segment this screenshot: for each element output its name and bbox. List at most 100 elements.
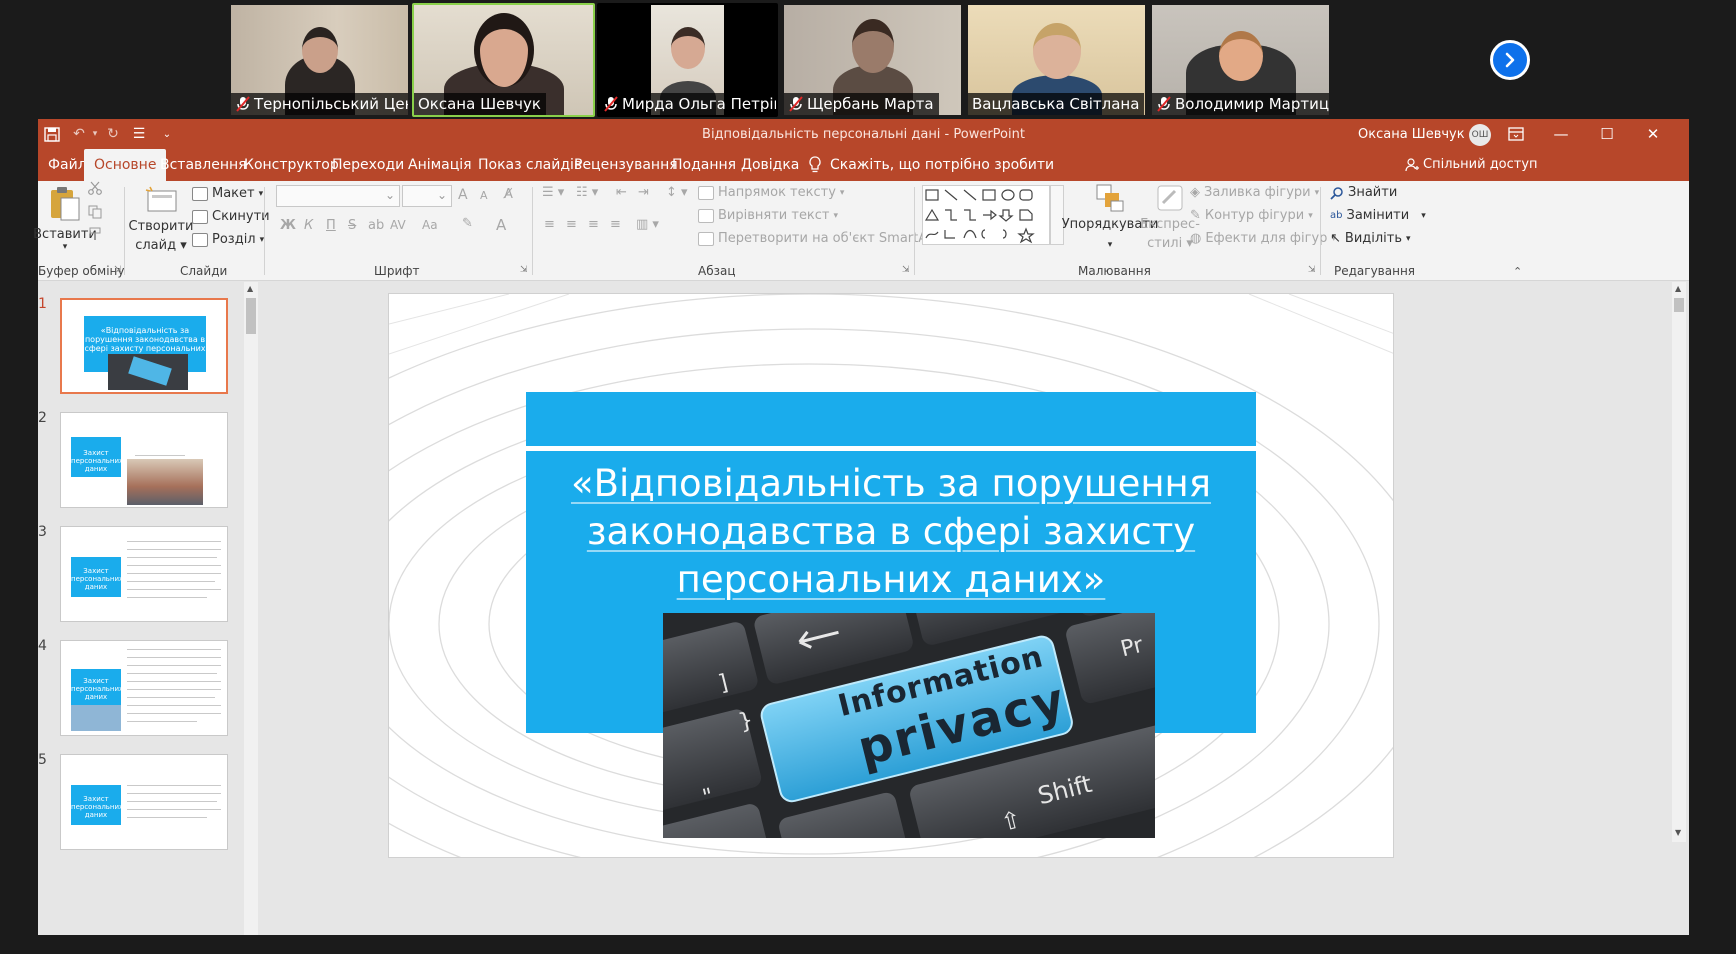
align-text-button[interactable]: Вирівняти текст ▾ xyxy=(698,208,838,223)
thumbnail-number: 3 xyxy=(38,524,47,540)
replace-button[interactable]: ab Замінити ▾ xyxy=(1330,208,1426,223)
mic-muted-icon xyxy=(1157,96,1171,112)
line-spacing-icon[interactable]: ↕ ▾ xyxy=(666,185,688,200)
participant-tile[interactable]: Тернопільський Цент... xyxy=(229,3,410,117)
align-center-icon[interactable]: ≡ xyxy=(566,217,577,232)
participant-tile[interactable]: Щербань Марта xyxy=(782,3,963,117)
slide-thumbnail-5[interactable]: Захист персональних даних xyxy=(60,754,228,850)
participant-tile[interactable]: Мирда Ольга Петрівна xyxy=(597,3,778,117)
search-icon xyxy=(1330,186,1343,200)
paste-button[interactable]: Вставити ▾ xyxy=(33,185,97,252)
strikethrough-button[interactable]: S xyxy=(348,218,356,233)
increase-font-button[interactable]: A xyxy=(458,187,468,203)
thumbnail-text-line xyxy=(127,549,221,550)
scrollbar-thumb[interactable] xyxy=(246,298,256,334)
italic-button[interactable]: К xyxy=(304,218,313,233)
highlight-color-icon[interactable]: ✎ xyxy=(462,216,473,231)
reset-button[interactable]: Скинути xyxy=(192,209,270,224)
section-button[interactable]: Розділ ▾ xyxy=(192,232,264,247)
dialog-launcher-icon[interactable]: ⇲ xyxy=(114,265,122,275)
shape-fill-button[interactable]: ◈ Заливка фігури ▾ xyxy=(1190,185,1319,200)
text-shadow-icon[interactable]: ab xyxy=(368,218,384,233)
participant-tile[interactable]: Володимир Мартиць xyxy=(1150,3,1331,117)
underline-button[interactable]: П xyxy=(326,218,336,233)
tell-me-search[interactable]: Скажіть, що потрібно зробити xyxy=(798,149,1064,181)
convert-smartart-button[interactable]: Перетворити на об'єкт SmartArt▾ xyxy=(698,231,946,246)
ribbon-display-options-icon[interactable] xyxy=(1508,127,1524,141)
copy-icon[interactable] xyxy=(88,205,102,219)
layout-button[interactable]: Макет ▾ xyxy=(192,186,263,201)
collapse-ribbon-icon[interactable]: ⌃ xyxy=(1513,265,1522,278)
decrease-font-button[interactable]: A xyxy=(480,189,488,202)
slide-thumbnail-3[interactable]: Захист персональних даних xyxy=(60,526,228,622)
thumbnail-text-line xyxy=(127,785,221,786)
slide-thumbnail-1[interactable]: «Відповідальність за порушення законодав… xyxy=(60,298,228,394)
format-painter-icon[interactable] xyxy=(88,227,102,241)
thumbnail-text-line xyxy=(127,649,221,650)
scroll-down-icon[interactable]: ▼ xyxy=(1675,828,1681,837)
increase-indent-icon[interactable]: ⇥ xyxy=(638,185,649,200)
slide-title[interactable]: «Відповідальність за порушення законодав… xyxy=(539,460,1243,604)
cursor-arrow-icon: ↖ xyxy=(1330,231,1341,246)
video-strip: Тернопільський Цент... Оксана Шевчук Мир… xyxy=(0,0,1736,118)
current-slide[interactable]: «Відповідальність за порушення законодав… xyxy=(388,293,1394,858)
character-spacing-button[interactable]: AV xyxy=(390,218,406,232)
slide-thumbnail-4[interactable]: Захист персональних даних xyxy=(60,640,228,736)
participant-tile-active-speaker[interactable]: Оксана Шевчук xyxy=(412,3,595,117)
numbering-icon[interactable]: ☷ ▾ xyxy=(576,185,598,200)
bold-button[interactable]: Ж xyxy=(280,218,296,233)
participant-head xyxy=(851,19,894,73)
scrollbar-thumb[interactable] xyxy=(1674,298,1684,312)
divider xyxy=(532,187,533,275)
participant-tile[interactable]: Вацлавська Світлана xyxy=(966,3,1147,117)
participant-head xyxy=(301,27,338,73)
divider xyxy=(1320,187,1321,275)
decrease-indent-icon[interactable]: ⇤ xyxy=(616,185,627,200)
dialog-launcher-icon[interactable]: ⇲ xyxy=(902,265,910,275)
paste-clipboard-icon xyxy=(51,187,80,221)
dialog-launcher-icon[interactable]: ⇲ xyxy=(520,265,528,275)
align-right-icon[interactable]: ≡ xyxy=(588,217,599,232)
cut-icon[interactable] xyxy=(88,181,102,195)
maximize-button[interactable]: ☐ xyxy=(1584,119,1630,149)
clear-formatting-icon[interactable]: A̸ xyxy=(504,187,513,202)
thumbnail-store-image xyxy=(127,459,203,505)
align-left-icon[interactable]: ≡ xyxy=(544,217,555,232)
change-case-button[interactable]: Aa xyxy=(422,218,438,232)
shape-effects-button[interactable]: ◍ Ефекти для фігур ▾ xyxy=(1190,231,1336,246)
share-button[interactable]: Спільний доступ xyxy=(1395,149,1548,181)
shape-outline-button[interactable]: ✎ Контур фігури ▾ xyxy=(1190,208,1313,223)
scroll-up-icon[interactable]: ▲ xyxy=(1675,284,1681,293)
bullets-icon[interactable]: ☰ ▾ xyxy=(542,185,564,200)
arrange-button[interactable]: Упорядкувати ▾ xyxy=(1062,183,1158,253)
avatar[interactable]: ОШ xyxy=(1469,124,1491,146)
information-privacy-image[interactable]: Information privacy Shift ⇧ Pr ] } " xyxy=(663,613,1155,838)
slide-thumbnail-2[interactable]: Захист персональних даних xyxy=(60,412,228,508)
font-name-combobox[interactable]: ⌄ xyxy=(276,185,400,207)
columns-icon[interactable]: ▥ ▾ xyxy=(636,217,659,232)
text-direction-button[interactable]: Напрямок тексту ▾ xyxy=(698,185,844,200)
thumbnail-text-line xyxy=(127,589,221,590)
new-slide-icon xyxy=(145,186,177,212)
font-size-combobox[interactable]: ⌄ xyxy=(402,185,452,207)
new-slide-button[interactable]: Створити слайд ▾ xyxy=(129,185,194,253)
user-name[interactable]: Оксана Шевчук xyxy=(1358,127,1465,142)
shapes-gallery-scroll[interactable] xyxy=(1050,185,1064,245)
close-button[interactable]: ✕ xyxy=(1630,119,1676,149)
thumbnails-scrollbar[interactable]: ▲ xyxy=(244,282,258,935)
justify-icon[interactable]: ≡ xyxy=(610,217,621,232)
minimize-button[interactable]: — xyxy=(1538,119,1584,149)
thumbnail-keyboard-image xyxy=(71,705,121,731)
participant-head xyxy=(473,13,534,87)
scroll-up-icon[interactable]: ▲ xyxy=(247,284,253,293)
shapes-gallery[interactable] xyxy=(922,185,1050,245)
select-button[interactable]: ↖ Виділіть ▾ xyxy=(1330,231,1411,246)
thumbnail-text-line xyxy=(127,665,221,666)
font-color-button[interactable]: A xyxy=(496,216,506,234)
dialog-launcher-icon[interactable]: ⇲ xyxy=(1308,265,1316,275)
find-button[interactable]: Знайти xyxy=(1330,185,1397,200)
participant-head xyxy=(670,27,705,69)
next-participants-button[interactable] xyxy=(1490,40,1530,80)
slide-scrollbar[interactable]: ▲ ▼ xyxy=(1672,282,1686,842)
thumbnail-text-line xyxy=(127,541,221,542)
